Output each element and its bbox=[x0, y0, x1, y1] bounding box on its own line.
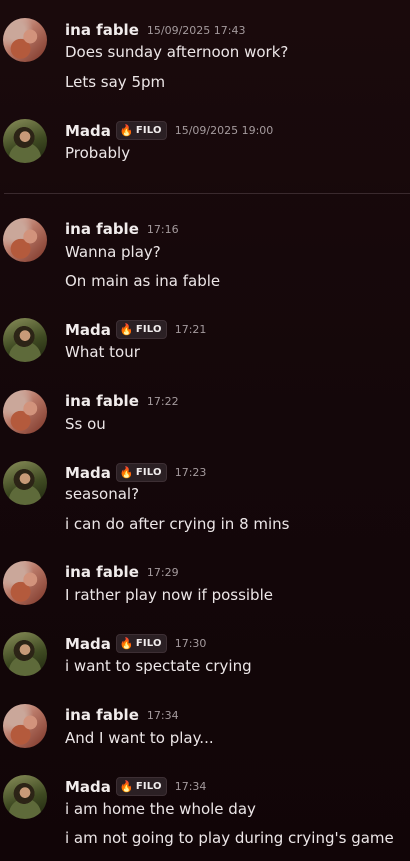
flame-icon: 🔥 bbox=[119, 124, 134, 137]
avatar[interactable] bbox=[3, 632, 47, 676]
message-text: i am not going to play during crying's g… bbox=[65, 829, 394, 847]
message-text: Wanna play? bbox=[65, 243, 161, 261]
timestamp: 15/09/2025 19:00 bbox=[174, 124, 274, 137]
avatar[interactable] bbox=[3, 218, 47, 262]
timestamp: 17:34 bbox=[174, 780, 207, 793]
message-header: ina fable 17:22 bbox=[65, 392, 179, 410]
flame-icon: 🔥 bbox=[119, 780, 134, 793]
flame-icon: 🔥 bbox=[119, 323, 134, 336]
flame-icon: 🔥 bbox=[119, 637, 134, 650]
author-name[interactable]: ina fable bbox=[65, 706, 139, 724]
message-header: Mada 🔥 FILO 15/09/2025 19:00 bbox=[65, 121, 273, 140]
avatar[interactable] bbox=[3, 775, 47, 819]
author-name[interactable]: Mada bbox=[65, 122, 111, 140]
message-text: Probably bbox=[65, 144, 131, 162]
timestamp: 17:30 bbox=[174, 637, 207, 650]
guild-tag-badge[interactable]: 🔥 FILO bbox=[115, 320, 167, 339]
message-text: On main as ina fable bbox=[65, 272, 221, 290]
avatar[interactable] bbox=[3, 461, 47, 505]
author-name[interactable]: ina fable bbox=[65, 21, 139, 39]
timestamp: 15/09/2025 17:43 bbox=[146, 23, 246, 37]
message-text: i am home the whole day bbox=[65, 800, 256, 818]
author-name[interactable]: ina fable bbox=[65, 563, 139, 581]
message-text: seasonal? bbox=[65, 485, 140, 503]
guild-tag-badge[interactable]: 🔥 FILO bbox=[115, 634, 167, 653]
avatar[interactable] bbox=[3, 318, 47, 362]
message-text: Does sunday afternoon work? bbox=[65, 43, 289, 61]
message-header: Mada 🔥 FILO 17:23 bbox=[65, 463, 206, 482]
badge-label: FILO bbox=[135, 467, 162, 478]
message-text: And I want to play... bbox=[65, 729, 214, 747]
badge-label: FILO bbox=[135, 781, 162, 792]
author-name[interactable]: Mada bbox=[65, 321, 111, 339]
message-text: i want to spectate crying bbox=[65, 657, 252, 675]
message-header: Mada 🔥 FILO 17:34 bbox=[65, 777, 206, 796]
timestamp: 17:29 bbox=[146, 565, 179, 579]
avatar[interactable] bbox=[3, 704, 47, 748]
timestamp: 17:23 bbox=[174, 466, 207, 479]
message-text: I rather play now if possible bbox=[65, 586, 273, 604]
avatar[interactable] bbox=[3, 561, 47, 605]
author-name[interactable]: Mada bbox=[65, 635, 111, 653]
guild-tag-badge[interactable]: 🔥 FILO bbox=[115, 121, 167, 140]
message-header: ina fable 17:34 bbox=[65, 706, 179, 724]
guild-tag-badge[interactable]: 🔥 FILO bbox=[115, 463, 167, 482]
badge-label: FILO bbox=[135, 125, 162, 136]
timestamp: 17:22 bbox=[146, 394, 179, 408]
avatar[interactable] bbox=[3, 390, 47, 434]
author-name[interactable]: ina fable bbox=[65, 220, 139, 238]
author-name[interactable]: Mada bbox=[65, 778, 111, 796]
message-header: ina fable 15/09/2025 17:43 bbox=[65, 21, 245, 39]
message-text: i can do after crying in 8 mins bbox=[65, 515, 290, 533]
timestamp: 17:21 bbox=[174, 323, 207, 336]
message-header: Mada 🔥 FILO 17:21 bbox=[65, 320, 206, 339]
author-name[interactable]: ina fable bbox=[65, 392, 139, 410]
date-divider bbox=[4, 193, 410, 194]
message-text: Lets say 5pm bbox=[65, 73, 166, 91]
timestamp: 17:34 bbox=[146, 708, 179, 722]
message-text: Ss ou bbox=[65, 415, 106, 433]
message-header: ina fable 17:29 bbox=[65, 563, 179, 581]
avatar[interactable] bbox=[3, 119, 47, 163]
flame-icon: 🔥 bbox=[119, 466, 134, 479]
guild-tag-badge[interactable]: 🔥 FILO bbox=[115, 777, 167, 796]
author-name[interactable]: Mada bbox=[65, 464, 111, 482]
message-header: Mada 🔥 FILO 17:30 bbox=[65, 634, 206, 653]
message-header: ina fable 17:16 bbox=[65, 220, 179, 238]
badge-label: FILO bbox=[135, 324, 162, 335]
avatar[interactable] bbox=[3, 18, 47, 62]
message-text: What tour bbox=[65, 343, 140, 361]
timestamp: 17:16 bbox=[146, 222, 179, 236]
badge-label: FILO bbox=[135, 638, 162, 649]
